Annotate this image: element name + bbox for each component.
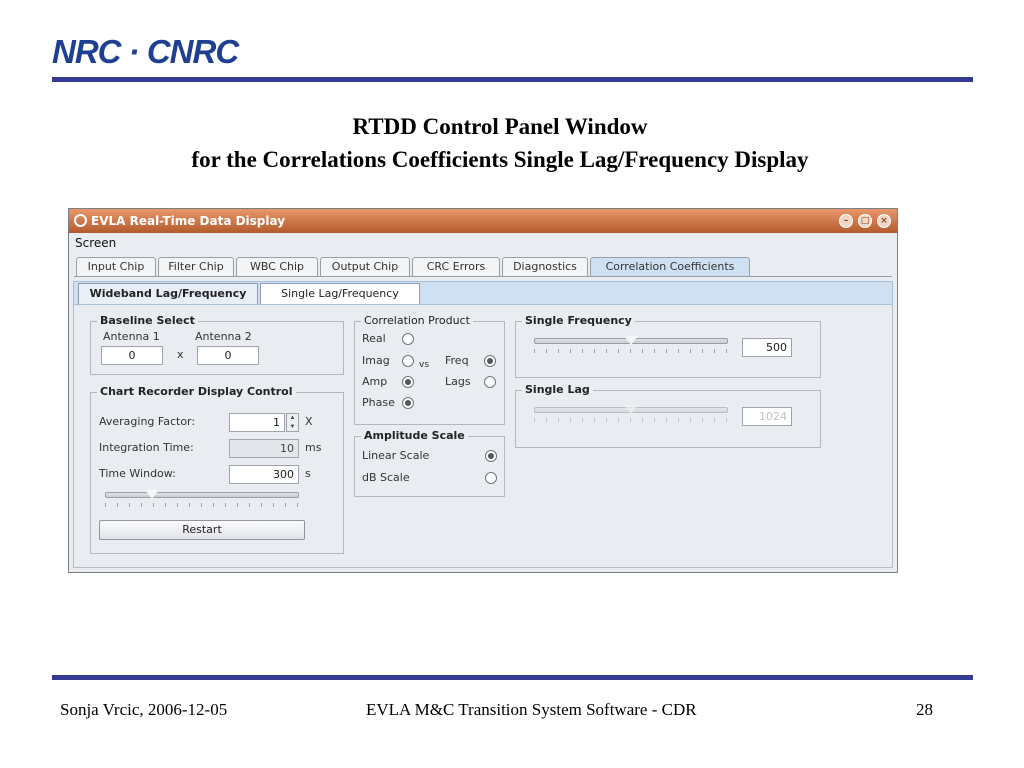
slider-thumb[interactable] [624, 336, 638, 345]
subtab-wideband[interactable]: Wideband Lag/Frequency [78, 283, 258, 304]
tab-divider [74, 276, 892, 277]
maximize-icon[interactable]: □ [858, 214, 872, 228]
freq-label: Freq [445, 354, 469, 367]
window-title: EVLA Real-Time Data Display [91, 214, 286, 228]
lags-label: Lags [445, 375, 471, 388]
close-icon[interactable]: × [877, 214, 891, 228]
amplitude-scale-legend: Amplitude Scale [361, 429, 468, 442]
antenna2-input[interactable]: 0 [197, 346, 259, 365]
single-lag-frequency-panel: Baseline Select Antenna 1 Antenna 2 0 x … [73, 305, 893, 568]
time-window-unit: s [305, 467, 311, 480]
antenna1-label: Antenna 1 [103, 330, 160, 343]
restart-button[interactable]: Restart [99, 520, 305, 540]
lags-radio[interactable] [484, 376, 496, 388]
integration-time-unit: ms [305, 441, 322, 454]
averaging-factor-input[interactable]: 1 [229, 413, 285, 432]
phase-radio[interactable] [402, 397, 414, 409]
subtab-single[interactable]: Single Lag/Frequency [260, 283, 420, 304]
integration-time-value: 10 [229, 439, 299, 458]
window-titlebar[interactable]: EVLA Real-Time Data Display – □ × [69, 209, 897, 233]
rtdd-window: EVLA Real-Time Data Display – □ × Screen… [68, 208, 898, 573]
power-icon [74, 214, 87, 227]
time-window-input[interactable]: 300 [229, 465, 299, 484]
tab-crc-errors[interactable]: CRC Errors [412, 257, 500, 276]
single-frequency-group: Single Frequency 500 [515, 314, 821, 378]
slide-title-line1: RTDD Control Panel Window [352, 114, 648, 139]
footer-page-number: 28 [916, 700, 933, 719]
tab-input-chip[interactable]: Input Chip [76, 257, 156, 276]
antenna2-label: Antenna 2 [195, 330, 252, 343]
single-lag-group: Single Lag 1024 [515, 383, 821, 448]
single-frequency-slider[interactable] [534, 336, 728, 356]
db-scale-label: dB Scale [362, 471, 410, 484]
linear-scale-radio[interactable] [485, 450, 497, 462]
correlation-product-legend: Correlation Product [361, 314, 473, 327]
single-lag-slider [534, 405, 728, 425]
time-window-label: Time Window: [99, 467, 176, 480]
amp-radio[interactable] [402, 376, 414, 388]
imag-radio[interactable] [402, 355, 414, 367]
slider-ticks [534, 418, 728, 422]
single-frequency-legend: Single Frequency [522, 314, 635, 327]
freq-radio[interactable] [484, 355, 496, 367]
tab-wbc-chip[interactable]: WBC Chip [236, 257, 318, 276]
tab-diagnostics[interactable]: Diagnostics [502, 257, 588, 276]
amp-label: Amp [362, 375, 388, 388]
linear-scale-label: Linear Scale [362, 449, 430, 462]
footer-event: EVLA M&C Transition System Software - CD… [366, 700, 697, 719]
single-lag-input: 1024 [742, 407, 792, 426]
chart-recorder-legend: Chart Recorder Display Control [97, 385, 296, 398]
slider-track[interactable] [105, 492, 299, 498]
spin-down-icon[interactable]: ▼ [287, 423, 298, 432]
slider-thumb[interactable] [145, 490, 159, 499]
header-rule [52, 77, 973, 82]
slider-ticks [105, 503, 299, 507]
spin-up-icon[interactable]: ▲ [287, 414, 298, 423]
baseline-x-label: x [177, 348, 184, 361]
averaging-factor-spinner[interactable]: ▲ ▼ [286, 413, 299, 432]
chart-recorder-group: Chart Recorder Display Control Averaging… [90, 385, 344, 554]
tab-correlation-coefficients[interactable]: Correlation Coefficients [590, 257, 750, 276]
subtab-strip: Wideband Lag/Frequency Single Lag/Freque… [73, 281, 893, 305]
baseline-select-group: Baseline Select Antenna 1 Antenna 2 0 x … [90, 314, 344, 375]
phase-label: Phase [362, 396, 395, 409]
single-frequency-input[interactable]: 500 [742, 338, 792, 357]
slider-thumb [624, 405, 638, 414]
footer-author-date: Sonja Vrcic, 2006-12-05 [60, 700, 228, 719]
slider-ticks [534, 349, 728, 353]
averaging-factor-label: Averaging Factor: [99, 415, 196, 428]
antenna1-input[interactable]: 0 [101, 346, 163, 365]
slide-title-line2: for the Correlations Coefficients Single… [191, 147, 809, 172]
menu-screen[interactable]: Screen [75, 236, 116, 250]
footer-rule [52, 675, 973, 680]
minimize-icon[interactable]: – [839, 214, 853, 228]
integration-time-label: Integration Time: [99, 441, 194, 454]
vs-label: vs [419, 360, 430, 370]
time-window-slider[interactable] [105, 490, 299, 510]
db-scale-radio[interactable] [485, 472, 497, 484]
correlation-product-group: Correlation Product Real Imag Amp Phase … [354, 314, 505, 425]
real-label: Real [362, 332, 386, 345]
averaging-factor-unit: X [305, 415, 313, 428]
nrc-cnrc-logo: NRC · CNRC [52, 33, 239, 70]
tab-filter-chip[interactable]: Filter Chip [158, 257, 234, 276]
baseline-select-legend: Baseline Select [97, 314, 198, 327]
tab-output-chip[interactable]: Output Chip [320, 257, 410, 276]
real-radio[interactable] [402, 333, 414, 345]
single-lag-legend: Single Lag [522, 383, 593, 396]
imag-label: Imag [362, 354, 390, 367]
amplitude-scale-group: Amplitude Scale Linear Scale dB Scale [354, 429, 505, 497]
